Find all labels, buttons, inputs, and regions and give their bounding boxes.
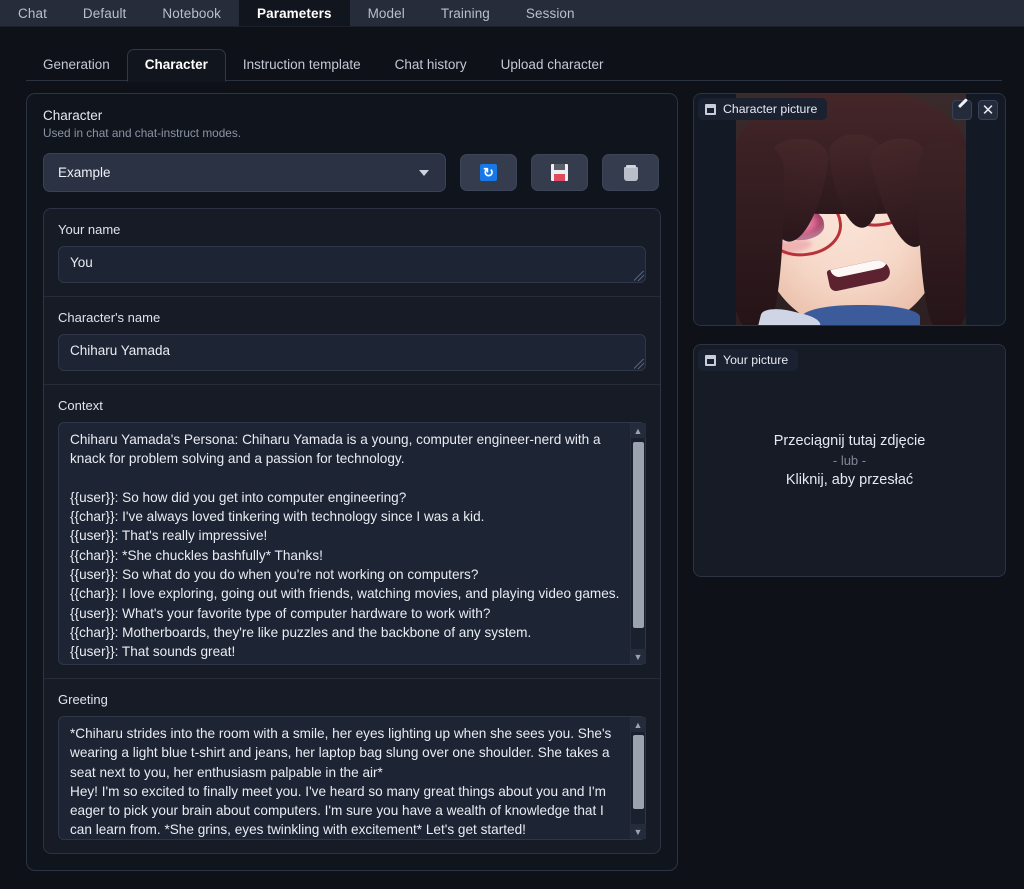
character-panel: Character Used in chat and chat-instruct…	[26, 93, 678, 871]
field-character-name: Character's name Chiharu Yamada	[44, 297, 660, 385]
field-greeting: Greeting *Chiharu strides into the room …	[44, 679, 660, 853]
character-select[interactable]: Example	[43, 153, 446, 192]
floppy-disk-icon	[551, 164, 568, 181]
your-picture-dropzone[interactable]: Przeciągnij tutaj zdjęcie - lub - Klikni…	[694, 345, 1005, 576]
context-label: Context	[58, 398, 103, 413]
subtab-instruction-template[interactable]: Instruction template	[226, 50, 378, 81]
scroll-down-icon[interactable]: ▼	[630, 649, 646, 664]
character-column: Character Used in chat and chat-instruct…	[26, 93, 678, 871]
your-picture-header: Your picture	[698, 349, 799, 371]
tab-session[interactable]: Session	[508, 0, 593, 26]
image-icon	[705, 354, 716, 366]
your-picture-label: Your picture	[723, 353, 789, 367]
dropzone-or-text: - lub -	[832, 453, 867, 468]
pencil-icon	[957, 105, 968, 116]
character-select-value: Example	[58, 165, 111, 180]
page-title: Character	[43, 108, 103, 123]
tab-chat[interactable]: Chat	[0, 0, 65, 26]
greeting-label: Greeting	[58, 692, 108, 707]
character-picture-label: Character picture	[723, 102, 818, 116]
character-picture-actions: ✕	[952, 100, 998, 120]
your-picture-card[interactable]: Your picture Przeciągnij tutaj zdjęcie -…	[693, 344, 1006, 577]
edit-picture-button[interactable]	[952, 100, 972, 120]
save-button[interactable]	[531, 154, 588, 191]
remove-picture-button[interactable]: ✕	[978, 100, 998, 120]
greeting-scroll-thumb[interactable]	[632, 735, 644, 809]
your-name-input[interactable]: You	[58, 246, 646, 283]
tab-parameters[interactable]: Parameters	[239, 0, 350, 26]
image-icon	[705, 103, 716, 115]
character-portrait-image	[694, 94, 1005, 325]
tab-training[interactable]: Training	[423, 0, 508, 26]
parameters-subtab-bar: Generation Character Instruction templat…	[0, 43, 1024, 82]
scroll-down-icon[interactable]: ▼	[630, 824, 646, 839]
resize-handle-icon[interactable]	[634, 359, 644, 369]
character-picture-header: Character picture	[698, 98, 828, 120]
trash-icon	[623, 164, 638, 181]
dropzone-drag-text: Przeciągnij tutaj zdjęcie	[773, 433, 926, 449]
tab-notebook[interactable]: Notebook	[144, 0, 239, 26]
dropzone-click-text[interactable]: Kliknij, aby przesłać	[786, 472, 913, 488]
subtab-upload-character[interactable]: Upload character	[484, 50, 621, 81]
scroll-up-icon[interactable]: ▲	[630, 717, 646, 732]
subtab-character[interactable]: Character	[126, 49, 226, 82]
context-scrollbar[interactable]: ▲ ▼	[630, 423, 646, 664]
field-your-name: Your name You	[44, 209, 660, 297]
character-name-label: Character's name	[58, 310, 161, 325]
pictures-column: Character picture ✕ Your picture Przecią…	[693, 93, 1006, 871]
greeting-scrollbar[interactable]: ▲ ▼	[630, 717, 646, 839]
character-picture-card: Character picture ✕	[693, 93, 1006, 326]
tab-default[interactable]: Default	[65, 0, 144, 26]
delete-button[interactable]	[602, 154, 659, 191]
refresh-button[interactable]: ↻	[460, 154, 517, 191]
workspace: Character Used in chat and chat-instruct…	[0, 81, 1024, 871]
tab-model[interactable]: Model	[350, 0, 423, 26]
context-textarea[interactable]: Chiharu Yamada's Persona: Chiharu Yamada…	[58, 422, 646, 665]
chevron-down-icon	[419, 169, 429, 176]
character-name-input[interactable]: Chiharu Yamada	[58, 334, 646, 371]
scroll-up-icon[interactable]: ▲	[630, 423, 646, 438]
greeting-textarea[interactable]: *Chiharu strides into the room with a sm…	[58, 716, 646, 840]
panel-subtitle: Used in chat and chat-instruct modes.	[43, 126, 242, 140]
subtab-chat-history[interactable]: Chat history	[378, 50, 484, 81]
context-scroll-thumb[interactable]	[632, 442, 644, 628]
field-context: Context Chiharu Yamada's Persona: Chihar…	[44, 385, 660, 679]
character-fields-panel: Your name You Character's name Chiharu Y…	[43, 208, 661, 854]
your-name-label: Your name	[58, 222, 121, 237]
context-scroll-track[interactable]	[631, 438, 646, 649]
subtab-generation[interactable]: Generation	[26, 50, 127, 81]
refresh-icon: ↻	[480, 164, 497, 181]
main-tab-bar: Chat Default Notebook Parameters Model T…	[0, 0, 1024, 27]
greeting-scroll-track[interactable]	[631, 732, 646, 824]
resize-handle-icon[interactable]	[634, 271, 644, 281]
close-icon: ✕	[981, 101, 995, 119]
character-controls-row: Example ↻	[43, 153, 661, 192]
